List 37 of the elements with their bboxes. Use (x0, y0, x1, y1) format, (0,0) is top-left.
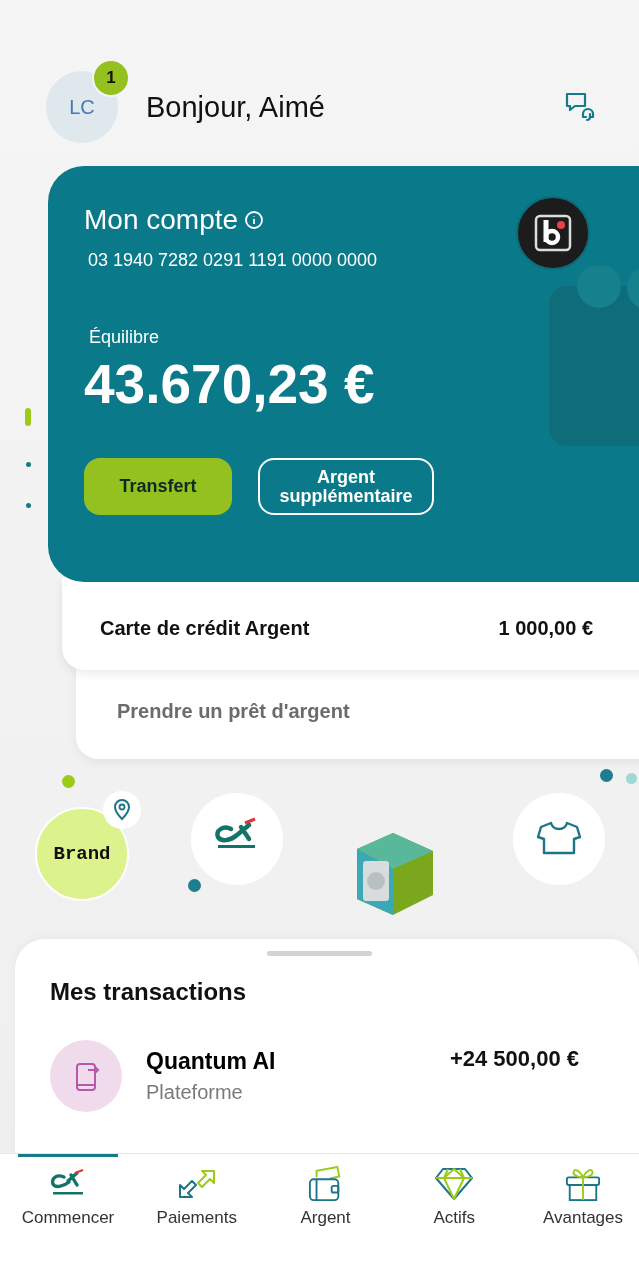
balance-amount: 43.670,23 € (84, 352, 376, 416)
app-logo-icon (516, 196, 590, 270)
nav-tab[interactable]: Argent (275, 1154, 376, 1236)
transaction-amount: +24 500,00 € (449, 1045, 579, 1072)
transaction-row[interactable]: Quantum AI Plateforme +24 500,00 € (50, 1040, 639, 1112)
account-number: 03 1940 7282 0291 1191 0000 0000 (88, 250, 377, 271)
diamond-icon (434, 1166, 475, 1202)
decorative-dot (188, 879, 201, 892)
nav-tab[interactable]: Avantages (533, 1154, 633, 1236)
decorative-dot (600, 769, 613, 782)
shirt-shortcut[interactable] (513, 793, 605, 885)
location-pin-icon (103, 791, 141, 829)
nav-tab[interactable]: Commencer (18, 1154, 118, 1236)
nav-tab[interactable]: Actifs (404, 1154, 505, 1236)
transactions-title: Mes transactions (50, 978, 248, 1006)
notification-badge: 1 (92, 59, 130, 97)
nav-tab[interactable]: Paiements (146, 1154, 247, 1236)
greeting: Bonjour, Aimé (146, 90, 326, 124)
decorative-dot (62, 775, 75, 788)
decorative-dot (626, 773, 637, 784)
balance-label: Équilibre (89, 327, 161, 348)
info-icon[interactable] (244, 210, 265, 230)
transaction-name: Quantum AI (146, 1048, 277, 1075)
drag-handle[interactable] (267, 951, 372, 956)
credit-card-row[interactable]: Carte de crédit Argent 1 000,00 € (62, 578, 639, 670)
brand-shortcut[interactable]: Brand (35, 807, 129, 901)
phone-transfer-icon (50, 1040, 122, 1112)
support-chat-icon[interactable] (563, 90, 597, 124)
gift-icon (563, 1166, 603, 1202)
loan-label: Prendre un prêt d'argent (117, 700, 350, 722)
extra-money-button[interactable]: Argent supplémentaire (258, 458, 434, 515)
bank-logo-shortcut[interactable] (191, 793, 283, 885)
account-title: Mon compte (84, 204, 239, 236)
credit-card-label: Carte de crédit Argent (100, 616, 310, 640)
transaction-category: Plateforme (146, 1081, 244, 1104)
transfer-button[interactable]: Transfert (84, 458, 232, 515)
credit-card-amount: 1 000,00 € (498, 616, 593, 640)
